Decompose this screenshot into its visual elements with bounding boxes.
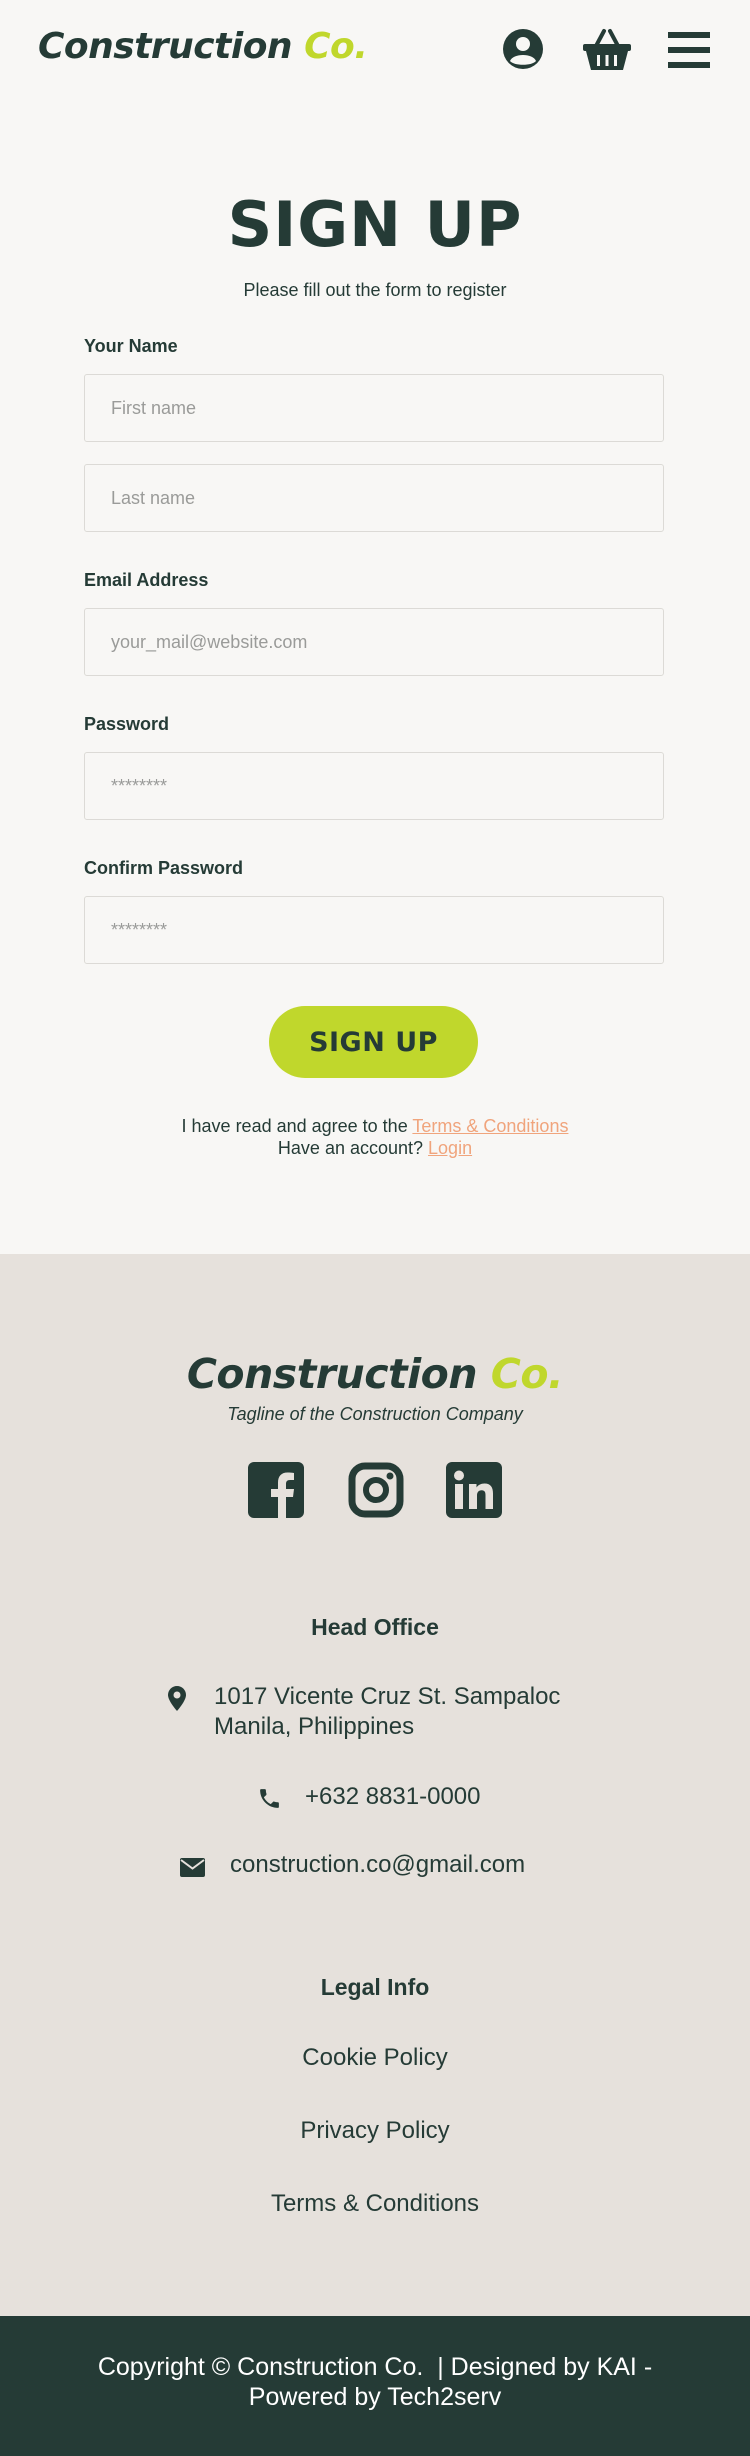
logo-text: Construction xyxy=(38,26,293,67)
office-phone: +632 8831-0000 xyxy=(305,1783,481,1810)
email-input[interactable] xyxy=(84,608,664,676)
password-label: Password xyxy=(84,714,170,734)
cookie-policy-link[interactable]: Cookie Policy xyxy=(0,2044,750,2072)
instagram-icon[interactable] xyxy=(348,1462,404,1518)
linkedin-icon[interactable] xyxy=(446,1462,502,1518)
legal-info-heading: Legal Info xyxy=(320,1974,430,2000)
copyright-text: Copyright © Construction Co. | Designed … xyxy=(0,2352,750,2412)
account-prompt: Have an account? Login xyxy=(0,1138,750,1159)
copyright-line-2: Powered by Tech2serv xyxy=(248,2383,502,2411)
address-line-1: 1017 Vicente Cruz St. Sampaloc xyxy=(214,1683,561,1710)
first-name-input[interactable] xyxy=(84,374,664,442)
password-input[interactable] xyxy=(84,752,664,820)
terms-conditions-link[interactable]: Terms & Conditions xyxy=(0,2190,750,2218)
envelope-icon xyxy=(180,1858,205,1877)
page-title: SIGN UP xyxy=(227,188,523,261)
facebook-icon[interactable] xyxy=(248,1462,304,1518)
phone-icon xyxy=(260,1789,279,1808)
terms-agreement: I have read and agree to the Terms & Con… xyxy=(0,1116,750,1137)
site-header: Construction Co. xyxy=(0,0,750,104)
head-office-heading: Head Office xyxy=(311,1614,439,1640)
last-name-input[interactable] xyxy=(84,464,664,532)
basket-icon[interactable] xyxy=(582,28,632,72)
logo-accent: Co. xyxy=(304,26,368,67)
agree-text: I have read and agree to the xyxy=(181,1116,413,1136)
location-pin-icon xyxy=(168,1686,186,1711)
footer-logo-accent: Co. xyxy=(490,1350,564,1398)
site-logo[interactable]: Construction Co. xyxy=(38,26,368,67)
footer-logo[interactable]: Construction Co. xyxy=(0,1350,750,1398)
account-text: Have an account? xyxy=(277,1138,429,1158)
page-subtitle: Please fill out the form to register xyxy=(243,280,507,300)
name-label: Your Name xyxy=(84,336,178,356)
copyright-line-1: Copyright © Construction Co. | Designed … xyxy=(97,2353,653,2381)
office-address: 1017 Vicente Cruz St. Sampaloc Manila, P… xyxy=(214,1682,560,1742)
user-icon[interactable] xyxy=(502,28,544,70)
privacy-policy-link[interactable]: Privacy Policy xyxy=(0,2117,750,2145)
footer-tagline: Tagline of the Construction Company xyxy=(227,1404,523,1424)
copyright-bar: Copyright © Construction Co. | Designed … xyxy=(0,2316,750,2456)
login-link[interactable]: Login xyxy=(428,1138,472,1158)
confirm-password-input[interactable] xyxy=(84,896,664,964)
confirm-password-label: Confirm Password xyxy=(84,858,244,878)
email-label: Email Address xyxy=(84,570,209,590)
office-email: construction.co@gmail.com xyxy=(230,1851,526,1878)
terms-link[interactable]: Terms & Conditions xyxy=(412,1116,568,1136)
signup-button[interactable]: SIGN UP xyxy=(269,1006,478,1078)
address-line-2: Manila, Philippines xyxy=(214,1713,415,1740)
menu-icon[interactable] xyxy=(668,32,710,68)
footer-logo-text: Construction xyxy=(186,1350,478,1398)
site-footer: Construction Co. Tagline of the Construc… xyxy=(0,1254,750,2316)
signup-section: SIGN UP Please fill out the form to regi… xyxy=(0,104,750,1254)
